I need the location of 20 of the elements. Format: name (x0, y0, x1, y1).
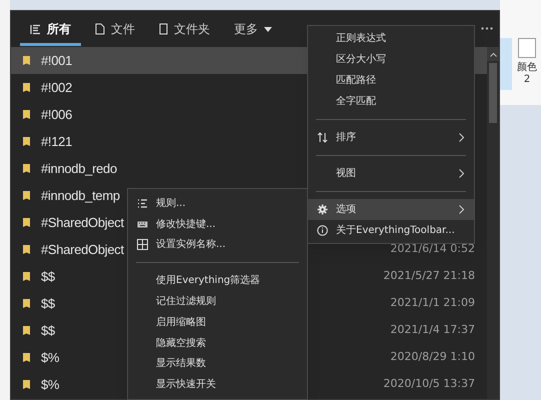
file-name: $$ (41, 294, 55, 313)
modified-date: 2021/6/14 0:52 (390, 241, 475, 258)
file-name: $% (41, 348, 60, 367)
file-name: #SharedObject (41, 240, 124, 259)
file-name: #SharedObject (41, 214, 124, 232)
file-name: #!121 (41, 132, 72, 151)
modified-date: 2020/8/29 1:10 (390, 349, 475, 366)
file-name: #!006 (41, 106, 72, 124)
modified-date: 2021/1/1 21:09 (390, 295, 475, 312)
file-name: #innodb_redo (41, 160, 117, 178)
file-name: $$ (41, 322, 55, 340)
file-name: $% (41, 376, 60, 394)
file-name: #innodb_temp (41, 186, 120, 205)
modified-date: 2021/1/4 17:37 (390, 322, 475, 338)
file-name: $$ (41, 268, 55, 286)
modified-date: 2021/5/27 21:18 (383, 268, 475, 284)
file-name: #!001 (41, 52, 72, 70)
file-name: #!002 (41, 78, 72, 97)
modified-date: 2020/10/5 13:37 (383, 376, 475, 392)
color-label: 颜色2 (516, 62, 538, 86)
